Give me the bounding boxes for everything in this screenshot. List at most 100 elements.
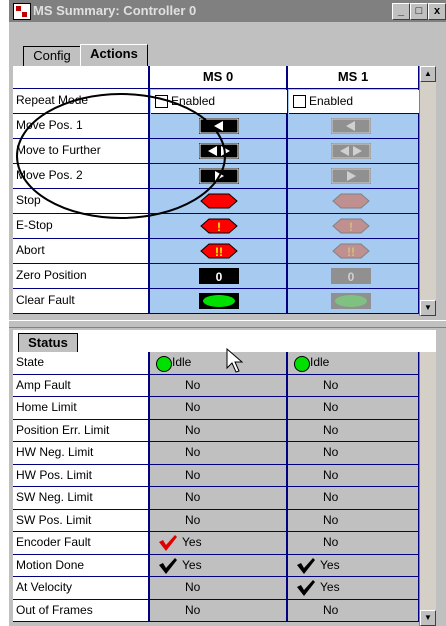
- ms0-move-pos2-button[interactable]: [199, 168, 239, 184]
- actions-panel: MS 0 MS 1 Repeat Mode Move Pos. 1 Move t…: [13, 66, 436, 316]
- ms1-move-further-button[interactable]: [331, 143, 371, 159]
- ms0-move-further-button[interactable]: [199, 143, 239, 159]
- ms1-clear-fault-button[interactable]: [331, 293, 371, 309]
- tab-actions[interactable]: Actions: [80, 44, 148, 67]
- row-label-abort: Abort: [13, 239, 150, 264]
- row-label-move-pos-1: Move Pos. 1: [13, 114, 150, 139]
- ms0-zero-position-button[interactable]: 0: [199, 268, 239, 284]
- status-row-label: HW Neg. Limit: [13, 442, 150, 465]
- panel-splitter[interactable]: [9, 320, 446, 328]
- status-ms1-value: No: [323, 535, 339, 549]
- title-bar[interactable]: MS Summary: Controller 0 _ □ x: [9, 0, 446, 22]
- row-label-move-to-further: Move to Further: [13, 139, 150, 164]
- status-ms0-value: No: [185, 445, 201, 459]
- status-ms0-value: No: [185, 400, 201, 414]
- status-ms0-cell: Yes: [150, 532, 288, 555]
- exclamation-icon: !: [217, 220, 221, 234]
- ms0-repeat-mode[interactable]: Enabled: [151, 90, 287, 114]
- status-ms0-cell: No: [150, 397, 288, 420]
- ms1-estop-button[interactable]: !: [331, 218, 371, 234]
- status-ms0-cell: No: [150, 442, 288, 465]
- stop-sign-icon: [200, 193, 238, 209]
- svg-text:!: !: [349, 220, 353, 234]
- status-ms0-cell: No: [150, 509, 288, 532]
- status-row-label: Encoder Fault: [13, 532, 150, 555]
- status-ms1-value: Idle: [310, 355, 330, 369]
- ms0-stop-button[interactable]: [199, 193, 239, 209]
- status-ms1-value: No: [323, 445, 339, 459]
- status-row-label: Home Limit: [13, 397, 150, 420]
- status-ms1-value: Yes: [320, 580, 340, 594]
- status-ms1-value: No: [323, 512, 339, 527]
- status-ms0-cell: No: [150, 599, 288, 622]
- status-ms1-cell: No: [288, 397, 420, 420]
- mouse-cursor-icon: [226, 348, 244, 373]
- idle-status-dot-icon: [156, 356, 172, 372]
- status-row-label: HW Pos. Limit: [13, 464, 150, 487]
- status-ms0-value: No: [185, 580, 201, 594]
- scroll-down-arrow-icon[interactable]: ▼: [420, 300, 436, 316]
- status-ms1-cell: Idle: [288, 352, 420, 375]
- status-ms0-cell: No: [150, 577, 288, 600]
- idle-status-dot-icon: [294, 356, 310, 372]
- scroll-down-arrow-icon[interactable]: ▼: [420, 610, 436, 626]
- column-header-ms0: MS 0: [150, 66, 288, 89]
- ms0-abort-button[interactable]: !!: [199, 243, 239, 259]
- ms1-abort-button[interactable]: !!: [331, 243, 371, 259]
- ms1-repeat-label: Enabled: [309, 94, 354, 108]
- status-tab[interactable]: Status: [18, 333, 78, 352]
- checkmark-icon: [159, 557, 177, 574]
- status-ms1-cell: No: [288, 532, 420, 555]
- ms0-repeat-checkbox[interactable]: [155, 95, 168, 109]
- status-ms0-cell: Idle: [150, 352, 288, 375]
- actions-vertical-scrollbar[interactable]: ▲ ▼: [419, 66, 436, 316]
- svg-text:0: 0: [348, 270, 355, 284]
- checkmark-icon: [297, 580, 315, 596]
- status-ms0-value: Yes: [182, 557, 202, 572]
- close-button[interactable]: x: [428, 3, 446, 20]
- ms-summary-window: MS Summary: Controller 0 _ □ x Config Ac…: [9, 0, 446, 626]
- status-panel: State Idle Idle Amp Fault No No Home Limit No No…: [13, 352, 436, 626]
- ms0-clear-fault-button[interactable]: [199, 293, 239, 309]
- ms0-estop-button[interactable]: !: [199, 218, 239, 234]
- status-ms1-value: No: [323, 422, 339, 437]
- status-ms0-value: No: [185, 467, 201, 482]
- tab-config[interactable]: Config: [23, 46, 81, 66]
- ms1-move-pos1-button[interactable]: [331, 118, 371, 134]
- ms1-repeat-mode[interactable]: Enabled: [289, 90, 419, 114]
- status-row-label: SW Neg. Limit: [13, 487, 150, 510]
- maximize-button[interactable]: □: [410, 3, 428, 20]
- status-ms0-cell: No: [150, 419, 288, 442]
- status-ms0-cell: Yes: [150, 554, 288, 577]
- status-ms1-cell: Yes: [288, 577, 420, 600]
- ms0-repeat-label: Enabled: [171, 94, 216, 108]
- status-ms1-value: No: [323, 490, 339, 504]
- status-ms1-cell: No: [288, 374, 420, 397]
- double-exclamation-icon: !!: [215, 245, 223, 259]
- status-row-label: At Velocity: [13, 577, 150, 600]
- status-row-label: SW Pos. Limit: [13, 509, 150, 532]
- status-ms1-value: No: [323, 400, 339, 414]
- ms0-move-pos1-button[interactable]: [199, 118, 239, 134]
- status-row-label: Position Err. Limit: [13, 419, 150, 442]
- status-ms1-cell: No: [288, 487, 420, 510]
- ms1-stop-button[interactable]: [331, 193, 371, 209]
- status-ms0-value: Yes: [182, 535, 202, 549]
- app-icon: [13, 3, 31, 20]
- ms1-move-pos2-button[interactable]: [331, 168, 371, 184]
- status-vertical-scrollbar[interactable]: ▲ ▼: [419, 352, 436, 626]
- svg-text:!!: !!: [347, 245, 355, 259]
- row-label-zero-position: Zero Position: [13, 264, 150, 289]
- ms1-repeat-checkbox[interactable]: [293, 95, 306, 109]
- scroll-up-arrow-icon[interactable]: ▲: [420, 66, 436, 82]
- status-ms1-cell: No: [288, 599, 420, 622]
- status-ms0-value: Idle: [172, 355, 192, 369]
- window-title: MS Summary: Controller 0: [33, 3, 197, 18]
- checkmark-icon: [297, 557, 315, 574]
- minimize-button[interactable]: _: [392, 3, 410, 20]
- corner-cell: [13, 66, 150, 89]
- row-label-e-stop: E-Stop: [13, 214, 150, 239]
- ms1-zero-position-button[interactable]: 0: [331, 268, 371, 284]
- status-ms0-value: No: [185, 602, 201, 617]
- column-header-ms1: MS 1: [288, 66, 420, 89]
